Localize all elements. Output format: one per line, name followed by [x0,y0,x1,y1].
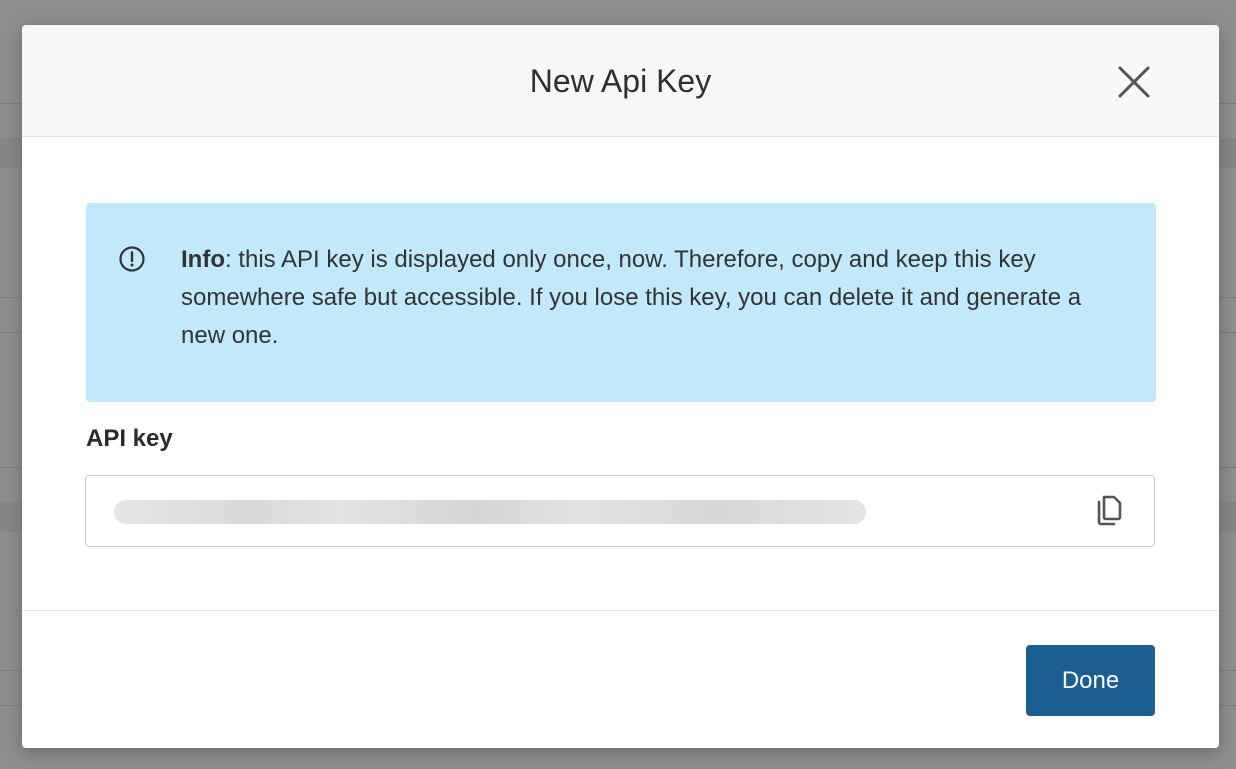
api-key-label: API key [86,425,173,452]
dialog-title: New Api Key [529,63,712,99]
info-lead: Info [181,246,225,273]
copy-icon [1097,495,1122,526]
api-key-value-blurred[interactable] [114,500,866,524]
info-message: Info: this API key is displayed only onc… [181,241,1131,355]
info-alert: Info: this API key is displayed only onc… [86,203,1156,402]
info-body: : this API key is displayed only once, n… [181,246,1082,349]
exclamation-circle-icon [119,246,145,272]
done-button[interactable]: Done [1026,645,1155,716]
close-button[interactable] [1114,62,1154,102]
copy-button[interactable] [1092,493,1126,529]
close-icon [1118,66,1150,98]
api-key-field[interactable] [85,475,1155,547]
dialog-header: New Api Key [22,25,1219,137]
footer-divider [22,610,1219,611]
new-api-key-dialog: New Api Key Info: this API key is displa… [22,25,1219,748]
